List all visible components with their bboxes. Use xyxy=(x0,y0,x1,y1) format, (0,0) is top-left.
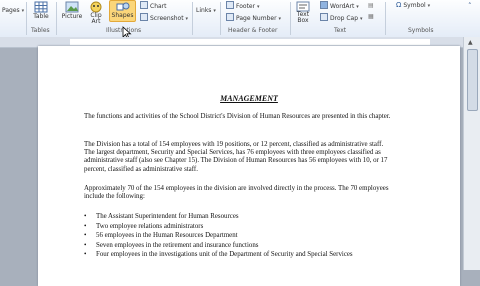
omega-icon: Ω xyxy=(396,1,402,9)
picture-button[interactable]: Picture xyxy=(60,1,84,20)
footer-button[interactable]: Footer ▾ xyxy=(226,1,260,10)
vertical-scrollbar[interactable]: ▲ xyxy=(463,37,480,270)
table-label: Table xyxy=(33,13,49,20)
shapes-icon xyxy=(116,2,129,11)
list-item: Four employees in the investigations uni… xyxy=(84,251,404,261)
drop-cap-icon xyxy=(320,13,328,21)
header-footer-group-label: Header & Footer xyxy=(228,27,278,34)
links-label: Links xyxy=(196,7,212,14)
links-button[interactable]: Links ▾ xyxy=(196,7,216,14)
shapes-button[interactable]: Shapes xyxy=(109,0,136,22)
picture-label: Picture xyxy=(61,13,83,20)
clip-art-label: Clip Art xyxy=(90,12,102,25)
paragraph-division: The Division has a total of 154 employee… xyxy=(84,141,388,173)
document-page[interactable]: MANAGEMENT The functions and activities … xyxy=(38,46,460,286)
page-number-button[interactable]: Page Number ▾ xyxy=(226,13,281,22)
list-item: 56 employees in the Human Resources Depa… xyxy=(84,232,404,242)
table-button[interactable]: Table xyxy=(30,1,52,20)
chart-label: Chart xyxy=(150,3,167,10)
document-title: MANAGEMENT xyxy=(220,94,278,103)
screenshot-label: Screenshot xyxy=(150,15,184,22)
list-item: Two employee relations administrators xyxy=(84,223,404,233)
page-number-label: Page Number xyxy=(236,15,277,22)
tables-group-label: Tables xyxy=(31,27,50,34)
scrollbar-thumb[interactable] xyxy=(467,49,478,111)
pages-button[interactable]: Pages ▾ xyxy=(2,7,24,14)
page-number-icon xyxy=(226,13,234,21)
symbol-label: Symbol xyxy=(403,2,426,9)
text-box-button[interactable]: Text Box xyxy=(293,1,313,24)
ribbon: Pages ▾ Table Tables Picture Clip Art Sh… xyxy=(0,0,480,38)
symbol-button[interactable]: Ω Symbol ▾ xyxy=(396,1,430,10)
text-group-label: Text xyxy=(334,27,347,34)
wordart-icon xyxy=(320,1,328,9)
chart-icon xyxy=(140,1,148,9)
expand-icon[interactable]: ˄ xyxy=(468,2,472,10)
symbols-group-label: Symbols xyxy=(408,27,434,34)
wordart-label: WordArt xyxy=(330,3,355,10)
text-box-label: Text Box xyxy=(296,11,310,24)
paragraph-employees: Approximately 70 of the 154 employees in… xyxy=(84,185,389,201)
pages-label: Pages xyxy=(2,7,20,14)
chart-button[interactable]: Chart xyxy=(140,1,167,10)
paragraph-intro: The functions and activities of the Scho… xyxy=(84,113,391,120)
screenshot-icon xyxy=(140,13,148,21)
clip-art-button[interactable]: Clip Art xyxy=(86,1,106,25)
wordart-button[interactable]: WordArt ▾ xyxy=(320,1,359,10)
screenshot-button[interactable]: Screenshot ▾ xyxy=(140,13,188,22)
drop-cap-label: Drop Cap xyxy=(330,15,359,22)
shapes-label: Shapes xyxy=(111,12,134,19)
drop-cap-button[interactable]: Drop Cap ▾ xyxy=(320,13,362,22)
date-time-icon[interactable]: ▦ xyxy=(368,13,374,20)
picture-icon xyxy=(65,1,79,13)
footer-icon xyxy=(226,1,234,9)
list-item: The Assistant Superintendent for Human R… xyxy=(84,213,404,223)
list-item: Seven employees in the retirement and in… xyxy=(84,242,404,252)
scroll-up-icon[interactable]: ▲ xyxy=(468,39,473,46)
footer-label: Footer xyxy=(236,3,256,10)
quick-parts-icon[interactable]: ▤ xyxy=(368,2,374,9)
bullet-list: The Assistant Superintendent for Human R… xyxy=(84,213,404,261)
table-icon xyxy=(34,1,48,13)
